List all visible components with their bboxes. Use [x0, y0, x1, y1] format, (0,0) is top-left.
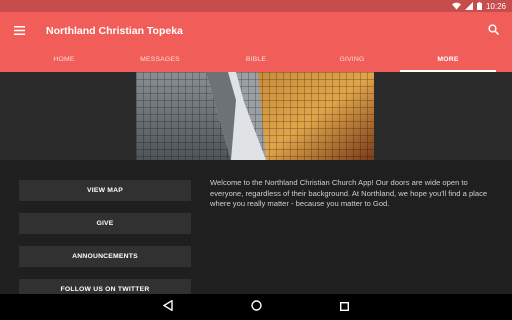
- recents-button[interactable]: [336, 299, 352, 315]
- home-button[interactable]: [248, 299, 264, 315]
- recents-icon: [339, 298, 349, 316]
- follow-twitter-button[interactable]: FOLLOW US ON TWITTER: [19, 279, 191, 294]
- hero-image: [136, 72, 374, 160]
- status-bar: 10:26: [0, 0, 512, 12]
- status-time: 10:26: [485, 1, 506, 11]
- wifi-icon: [451, 2, 461, 10]
- tab-bar: HOME MESSAGES BIBLE GIVING MORE: [0, 50, 512, 72]
- announcements-button[interactable]: ANNOUNCEMENTS: [19, 246, 191, 267]
- tab-home[interactable]: HOME: [16, 50, 112, 72]
- search-button[interactable]: [474, 12, 512, 50]
- tab-more[interactable]: MORE: [400, 50, 496, 72]
- menu-button[interactable]: [0, 12, 38, 50]
- content-area: VIEW MAP GIVE ANNOUNCEMENTS FOLLOW US ON…: [0, 160, 512, 294]
- welcome-text: Welcome to the Northland Christian Churc…: [210, 178, 488, 208]
- search-icon: [487, 22, 499, 40]
- view-map-button[interactable]: VIEW MAP: [19, 180, 191, 201]
- app-title: Northland Christian Topeka: [46, 25, 183, 37]
- back-icon: [162, 298, 173, 316]
- tab-giving[interactable]: GIVING: [304, 50, 400, 72]
- app-bar: Northland Christian Topeka: [0, 12, 512, 50]
- battery-icon: [476, 2, 482, 10]
- back-button[interactable]: [160, 299, 176, 315]
- signal-icon: [464, 2, 473, 10]
- tab-messages[interactable]: MESSAGES: [112, 50, 208, 72]
- tab-bible[interactable]: BIBLE: [208, 50, 304, 72]
- give-button[interactable]: GIVE: [19, 213, 191, 234]
- menu-icon: [13, 22, 25, 40]
- system-nav-bar: [0, 294, 512, 320]
- home-icon: [250, 298, 262, 316]
